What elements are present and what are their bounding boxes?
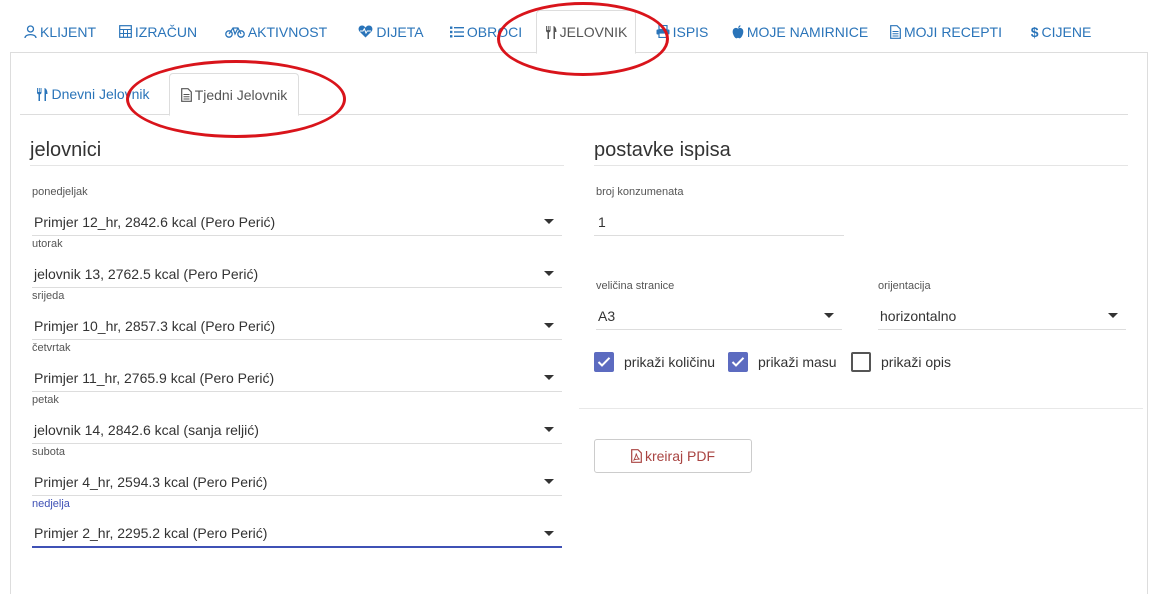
caret-down-icon — [544, 427, 554, 432]
select-value: Primjer 2_hr, 2295.2 kcal (Pero Perić) — [34, 525, 268, 541]
nav-tab-label: JELOVNIK — [559, 24, 628, 40]
caret-down-icon — [544, 219, 554, 224]
day-label-cetvrtak: četvrtak — [32, 342, 71, 354]
day-select-cetvrtak[interactable]: Primjer 11_hr, 2765.9 kcal (Pero Perić) — [32, 364, 562, 392]
nav-tab-moji-recepti[interactable]: MOJI RECEPTI — [886, 10, 1006, 53]
day-label-nedjelja: nedjelja — [32, 498, 70, 510]
select-value: Primjer 4_hr, 2594.3 kcal (Pero Perić) — [34, 473, 268, 490]
subtab-dnevni-jelovnik[interactable]: Dnevni Jelovnik — [34, 73, 152, 115]
bicycle-icon — [224, 26, 245, 38]
caret-down-icon — [544, 479, 554, 484]
nav-tab-label: KLIJENT — [39, 23, 96, 40]
jelovnik-subtabs: Dnevni Jelovnik Tjedni Jelovnik — [20, 73, 1128, 116]
cutlery-icon — [36, 87, 48, 101]
heartbeat-icon — [358, 25, 373, 38]
create-pdf-button[interactable]: kreiraj PDF — [594, 439, 752, 473]
select-value: Primjer 11_hr, 2765.9 kcal (Pero Perić) — [34, 369, 275, 386]
apple-icon — [732, 24, 744, 39]
day-label-utorak: utorak — [32, 238, 63, 250]
list-icon — [449, 26, 464, 38]
page-size-label: veličina stranice — [596, 280, 675, 292]
day-select-subota[interactable]: Primjer 4_hr, 2594.3 kcal (Pero Perić) — [32, 468, 562, 496]
checkbox-box[interactable] — [851, 352, 871, 372]
checkbox-box[interactable] — [594, 352, 614, 372]
select-value: jelovnik 14, 2842.6 kcal (sanja reljić) — [34, 421, 259, 438]
orientation-label: orijentacija — [878, 280, 931, 292]
nav-tab-label: OBROCI — [466, 23, 523, 40]
print-icon — [656, 25, 670, 38]
orientation-select[interactable]: horizontalno — [878, 302, 1126, 330]
checkbox-box[interactable] — [728, 352, 748, 372]
check-icon — [731, 357, 745, 367]
checkbox-label: prikaži opis — [881, 354, 952, 370]
caret-down-icon — [824, 313, 834, 318]
pdf-file-icon — [631, 449, 642, 463]
document-icon — [890, 24, 901, 39]
day-select-utorak[interactable]: jelovnik 13, 2762.5 kcal (Pero Perić) — [32, 260, 562, 288]
select-value: Primjer 10_hr, 2857.3 kcal (Pero Perić) — [34, 317, 276, 334]
show-description-checkbox[interactable]: prikaži opis — [851, 352, 951, 372]
user-icon — [24, 24, 37, 39]
checkbox-label: prikaži količinu — [624, 354, 716, 370]
consumers-label: broj konzumenata — [596, 186, 684, 198]
nav-tab-izracun[interactable]: IZRAČUN — [110, 10, 206, 53]
day-label-subota: subota — [32, 446, 66, 458]
day-label-ponedjeljak: ponedjeljak — [32, 186, 88, 198]
subtab-label: Dnevni Jelovnik — [51, 86, 150, 102]
subtab-label: Tjedni Jelovnik — [194, 86, 288, 103]
nav-tab-obroci[interactable]: OBROCI — [436, 10, 536, 53]
select-value: horizontalno — [880, 307, 957, 324]
subtab-tjedni-jelovnik[interactable]: Tjedni Jelovnik — [169, 73, 299, 116]
menus-section-title: jelovnici — [30, 139, 102, 161]
calculator-icon — [118, 25, 132, 38]
select-value: A3 — [598, 307, 616, 324]
dollar-icon: $ — [1030, 23, 1039, 40]
show-quantity-checkbox[interactable]: prikaži količinu — [594, 352, 715, 372]
nav-tab-klijent[interactable]: KLIJENT — [10, 10, 110, 53]
caret-down-icon — [544, 375, 554, 380]
nav-tab-moje-namirnice[interactable]: MOJE NAMIRNICE — [728, 10, 872, 53]
nav-tab-ispis[interactable]: ISPIS — [646, 10, 718, 53]
checkbox-label: prikaži masu — [758, 354, 837, 370]
day-select-srijeda[interactable]: Primjer 10_hr, 2857.3 kcal (Pero Perić) — [32, 312, 562, 340]
nav-tab-label: DIJETA — [376, 23, 424, 40]
day-label-petak: petak — [32, 394, 59, 406]
page-size-select[interactable]: A3 — [596, 302, 842, 330]
select-value: Primjer 12_hr, 2842.6 kcal (Pero Perić) — [34, 213, 276, 230]
nav-tab-label: CIJENE — [1041, 23, 1092, 40]
pdf-button-label: kreiraj PDF — [644, 448, 715, 464]
cutlery-icon — [545, 25, 557, 39]
main-nav: KLIJENT IZRAČUN AKTIVNOST DIJETA OBROCI … — [10, 10, 1148, 54]
day-label-srijeda: srijeda — [32, 290, 65, 302]
caret-down-icon — [544, 323, 554, 328]
consumers-input[interactable]: 1 — [594, 208, 844, 236]
nav-tab-label: MOJE NAMIRNICE — [746, 23, 869, 40]
nav-tab-label: IZRAČUN — [134, 23, 198, 40]
caret-down-icon — [544, 271, 554, 276]
nav-tab-aktivnost[interactable]: AKTIVNOST — [220, 10, 332, 53]
day-select-nedjelja[interactable]: Primjer 2_hr, 2295.2 kcal (Pero Perić) — [32, 520, 562, 548]
nav-tab-label: MOJI RECEPTI — [903, 23, 1002, 40]
caret-down-icon — [544, 531, 554, 536]
day-select-ponedjeljak[interactable]: Primjer 12_hr, 2842.6 kcal (Pero Perić) — [32, 208, 562, 236]
nav-tab-cijene[interactable]: $ CIJENE — [1016, 10, 1106, 53]
nav-tab-label: AKTIVNOST — [247, 23, 328, 40]
day-select-petak[interactable]: jelovnik 14, 2842.6 kcal (sanja reljić) — [32, 416, 562, 444]
menus-section-divider — [30, 165, 564, 166]
nav-tab-jelovnik[interactable]: JELOVNIK — [536, 10, 636, 54]
show-mass-checkbox[interactable]: prikaži masu — [728, 352, 837, 372]
check-icon — [597, 357, 611, 367]
input-value: 1 — [598, 213, 606, 230]
caret-down-icon — [1108, 313, 1118, 318]
print-settings-divider — [594, 165, 1128, 166]
print-settings-separator — [579, 408, 1143, 409]
document-icon — [180, 87, 192, 102]
select-value: jelovnik 13, 2762.5 kcal (Pero Perić) — [34, 265, 259, 282]
nav-tab-label: ISPIS — [672, 23, 709, 40]
nav-tab-dijeta[interactable]: DIJETA — [346, 10, 436, 53]
print-settings-title: postavke ispisa — [594, 139, 731, 161]
